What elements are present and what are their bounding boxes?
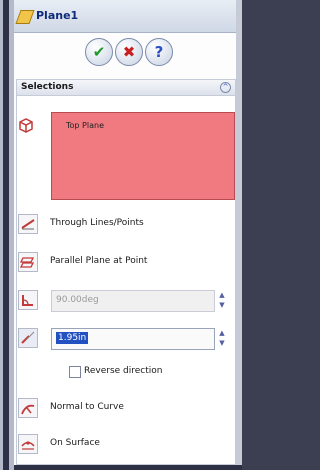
selection-item[interactable]: Top Plane [66, 121, 104, 130]
distance-value: 1.95in [56, 332, 89, 344]
option-label: Parallel Plane at Point [50, 256, 148, 266]
angle-field[interactable]: 90.00deg [51, 290, 215, 312]
cube-selection-icon [19, 118, 33, 133]
panel-title: Plane1 [36, 9, 79, 22]
through-lines-points-option[interactable]: Through Lines/Points [18, 214, 228, 236]
normal-to-curve-option[interactable]: Normal to Curve [18, 398, 228, 420]
spin-down-icon[interactable]: ▼ [217, 338, 227, 348]
cancel-button[interactable]: ✖ [115, 38, 143, 66]
on-surface-option[interactable]: On Surface [18, 434, 228, 456]
parallel-plane-icon[interactable] [18, 252, 38, 272]
title-bar: Plane1 [14, 0, 236, 33]
spin-up-icon[interactable]: ▲ [217, 328, 227, 338]
left-strip [0, 0, 14, 470]
right-strip [236, 0, 242, 470]
window-frame: Plane1 ✔ ✖ ? Selections ^ Top Plane Thro… [0, 0, 242, 470]
angle-icon[interactable] [18, 290, 38, 310]
parallel-plane-option[interactable]: Parallel Plane at Point [18, 252, 228, 274]
selection-list[interactable]: Top Plane [51, 112, 235, 200]
on-surface-icon[interactable] [18, 434, 38, 454]
section-header[interactable]: Selections ^ [17, 80, 235, 96]
spin-up-icon[interactable]: ▲ [217, 290, 227, 300]
bottom-strip [14, 465, 242, 470]
normal-to-curve-icon[interactable] [18, 398, 38, 418]
option-label: On Surface [50, 438, 100, 448]
angle-value: 90.00deg [56, 295, 99, 305]
reverse-direction-label: Reverse direction [84, 366, 163, 376]
distance-spinner[interactable]: ▲ ▼ [217, 328, 227, 348]
collapse-icon[interactable]: ^ [220, 82, 231, 93]
spin-down-icon[interactable]: ▼ [217, 300, 227, 310]
reverse-direction-checkbox[interactable] [69, 366, 81, 378]
plane-icon [15, 10, 35, 24]
distance-icon[interactable] [18, 328, 38, 348]
distance-field[interactable]: 1.95in [51, 328, 215, 350]
ok-button[interactable]: ✔ [85, 38, 113, 66]
section-title: Selections [21, 82, 74, 92]
option-label: Normal to Curve [50, 402, 124, 412]
action-buttons: ✔ ✖ ? [14, 38, 236, 68]
option-label: Through Lines/Points [50, 218, 144, 228]
help-button[interactable]: ? [145, 38, 173, 66]
through-lines-icon[interactable] [18, 214, 38, 234]
angle-spinner[interactable]: ▲ ▼ [217, 290, 227, 310]
